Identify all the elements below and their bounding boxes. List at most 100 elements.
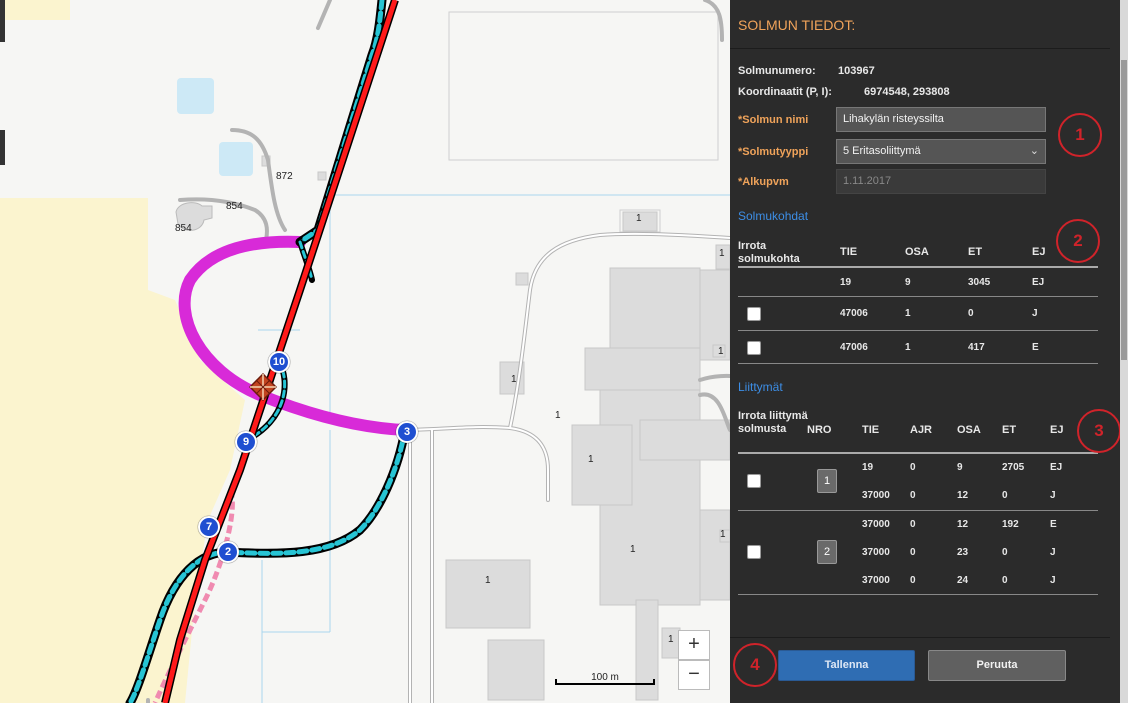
node-point-marker[interactable]: 9	[235, 431, 257, 453]
node-type-select[interactable]: 5 Eritasoliittymä ⌄	[836, 139, 1046, 164]
table-cell: 0	[910, 462, 916, 473]
node-details-panel: SOLMUN TIEDOT: Solmunumero: 103967 Koord…	[730, 0, 1121, 703]
title-divider	[730, 48, 1110, 49]
table-header-divider	[738, 266, 1098, 268]
annotation-circle: 2	[1056, 219, 1100, 263]
table-cell: J	[1050, 490, 1056, 501]
table-cell: 0	[968, 308, 974, 319]
map-label: 1	[511, 374, 517, 385]
table-cell: 0	[910, 575, 916, 586]
zoom-in-button[interactable]: +	[678, 630, 710, 660]
table-cell: 47006	[840, 308, 868, 319]
zoom-out-button[interactable]: −	[678, 660, 710, 690]
map-label: 1	[555, 410, 561, 421]
map-left-edge	[0, 0, 5, 42]
footer-divider	[730, 637, 1110, 638]
col-tie-header: TIE	[862, 424, 880, 436]
table-cell: 1	[905, 308, 911, 319]
map-label: 1	[720, 529, 726, 540]
table-cell: 47006	[840, 342, 868, 353]
table-cell: 0	[1002, 490, 1008, 501]
table-cell: 0	[910, 519, 916, 530]
table-cell: J	[1050, 547, 1056, 558]
table-cell: 0	[1002, 575, 1008, 586]
col-osa-header: OSA	[905, 246, 929, 258]
table-row-divider	[738, 363, 1098, 364]
node-number-value: 103967	[838, 65, 875, 77]
table-row-divider	[738, 296, 1098, 297]
table-cell: J	[1050, 575, 1056, 586]
app-window: 872 854 854 1 1 1 1 1 1 1 1 1 1 10 9 3 7…	[0, 0, 1128, 703]
node-type-label: *Solmutyyppi	[738, 146, 809, 158]
table-row-divider	[738, 594, 1098, 595]
map-canvas[interactable]	[0, 0, 730, 703]
scale-bar: 100 m	[555, 665, 655, 685]
panel-title: SOLMUN TIEDOT:	[738, 17, 856, 33]
start-date-label: *Alkupvm	[738, 176, 789, 188]
node-point-marker[interactable]: 7	[198, 516, 220, 538]
node-junction-icon[interactable]	[249, 373, 277, 401]
map-view[interactable]: 872 854 854 1 1 1 1 1 1 1 1 1 1 10 9 3 7…	[0, 0, 730, 703]
map-left-edge	[0, 130, 5, 165]
table-cell: 0	[910, 547, 916, 558]
detach-node-point-checkbox[interactable]	[747, 307, 761, 321]
panel-scrollbar[interactable]	[1120, 0, 1128, 703]
save-button[interactable]: Tallenna	[778, 650, 915, 681]
table-cell: 24	[957, 575, 969, 586]
table-header-divider	[738, 452, 1098, 454]
map-label: 1	[588, 454, 594, 465]
detach-junction-checkbox[interactable]	[747, 474, 761, 488]
col-ej-header: EJ	[1050, 424, 1064, 436]
node-point-marker[interactable]: 3	[396, 421, 418, 443]
map-label: 854	[226, 201, 243, 212]
col-tie-header: TIE	[840, 246, 858, 258]
col-et-header: ET	[968, 246, 983, 258]
chevron-down-icon: ⌄	[1029, 145, 1039, 157]
table-cell: 417	[968, 342, 985, 353]
detach-node-point-header: Irrota solmukohta	[738, 240, 800, 265]
table-cell: 37000	[862, 575, 890, 586]
cancel-button[interactable]: Peruuta	[928, 650, 1066, 681]
col-ej-header: EJ	[1032, 246, 1046, 258]
map-label: 1	[636, 213, 642, 224]
map-label: 1	[719, 248, 725, 259]
node-name-input[interactable]: Lihakylän risteyssilta	[836, 107, 1046, 132]
table-cell: 37000	[862, 490, 890, 501]
map-label: 854	[175, 223, 192, 234]
table-cell: 9	[905, 277, 911, 288]
table-cell: 3045	[968, 277, 991, 288]
map-label: 1	[718, 346, 724, 357]
node-point-marker[interactable]: 2	[217, 541, 239, 563]
start-date-value: 1.11.2017	[843, 175, 892, 187]
node-points-section-title: Solmukohdat	[738, 209, 809, 223]
table-cell: 19	[840, 277, 852, 288]
table-cell: 19	[862, 462, 874, 473]
junction-number-button[interactable]: 1	[817, 469, 837, 493]
detach-junction-checkbox[interactable]	[747, 545, 761, 559]
node-name-value: Lihakylän risteyssilta	[843, 113, 944, 125]
node-number-label: Solmunumero:	[738, 65, 816, 77]
table-cell: 12	[957, 519, 969, 530]
node-point-marker[interactable]: 10	[268, 351, 290, 373]
map-label: 1	[485, 575, 491, 586]
node-type-value: 5 Eritasoliittymä	[843, 145, 921, 157]
table-cell: 0	[1002, 547, 1008, 558]
table-row-divider	[738, 330, 1098, 331]
map-label: 1	[668, 634, 674, 645]
table-cell: 9	[957, 462, 963, 473]
annotation-circle: 3	[1077, 409, 1121, 453]
start-date-input: 1.11.2017	[836, 169, 1046, 194]
map-label: 872	[276, 171, 293, 182]
coordinates-label: Koordinaatit (P, I):	[738, 86, 832, 98]
junction-number-button[interactable]: 2	[817, 540, 837, 564]
coordinates-value: 6974548, 293808	[864, 86, 950, 98]
detach-node-point-checkbox[interactable]	[747, 341, 761, 355]
junctions-section-title: Liittymät	[738, 380, 783, 394]
table-cell: EJ	[1050, 462, 1063, 473]
table-row-divider	[738, 510, 1098, 511]
annotation-circle: 1	[1058, 113, 1102, 157]
table-cell: 37000	[862, 519, 890, 530]
table-cell: E	[1032, 342, 1039, 353]
table-cell: 0	[910, 490, 916, 501]
scrollbar-thumb[interactable]	[1121, 60, 1127, 360]
